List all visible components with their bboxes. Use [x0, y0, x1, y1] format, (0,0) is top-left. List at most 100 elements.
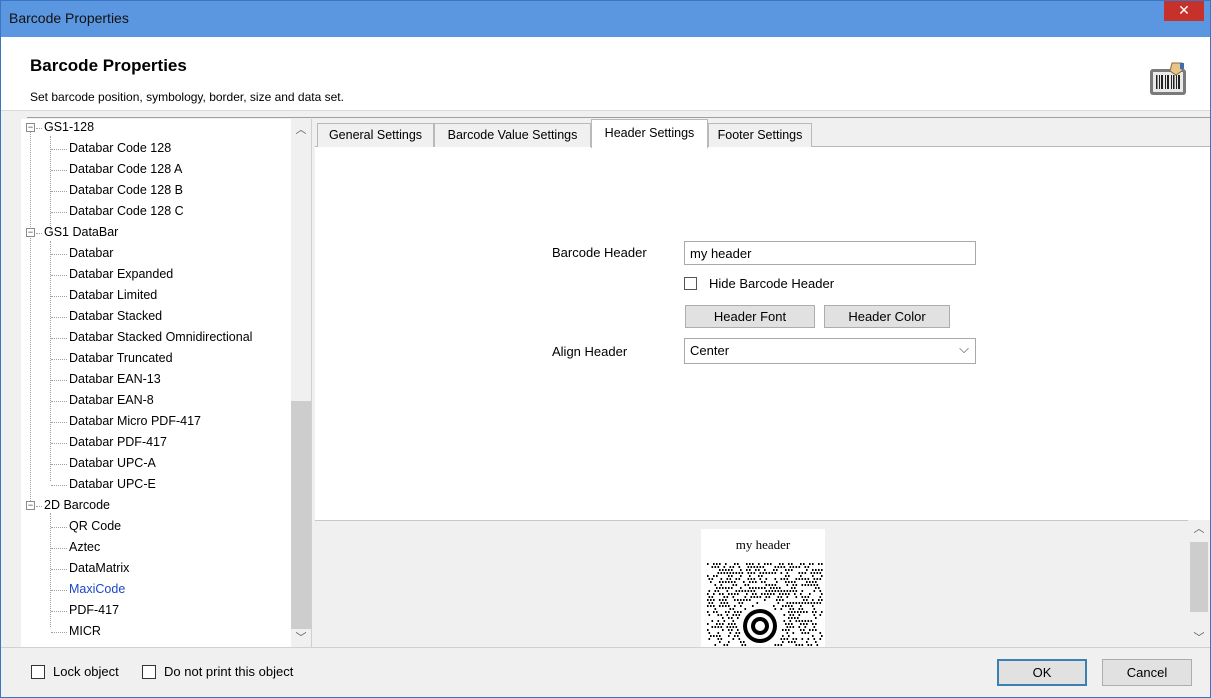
- tree-item[interactable]: Databar EAN-8: [69, 390, 154, 411]
- maxicode-module: [731, 623, 733, 625]
- maxicode-module: [806, 641, 808, 643]
- tree-item[interactable]: Databar Code 128 A: [69, 159, 182, 180]
- maxicode-module: [780, 566, 783, 568]
- tree-item[interactable]: Databar Limited: [69, 285, 157, 306]
- preview-scrollbar[interactable]: ︿ ﹀: [1188, 520, 1210, 647]
- maxicode-module: [729, 626, 732, 628]
- maxicode-module: [788, 563, 790, 565]
- tree-item[interactable]: MICR: [69, 621, 101, 642]
- scroll-thumb[interactable]: [291, 401, 311, 629]
- scroll-up-arrow[interactable]: ︿: [1189, 520, 1209, 538]
- maxicode-module: [792, 584, 795, 586]
- maxicode-module: [743, 641, 745, 643]
- tree-item[interactable]: QR Code: [69, 516, 121, 537]
- maxicode-module: [815, 629, 817, 631]
- maxicode-module: [771, 590, 774, 592]
- maxicode-module: [758, 587, 760, 589]
- tree-item[interactable]: Databar UPC-E: [69, 474, 156, 495]
- maxicode-module: [806, 581, 808, 583]
- tab-header-settings[interactable]: Header Settings: [591, 119, 708, 148]
- tree-group[interactable]: GS1 DataBar: [44, 222, 118, 243]
- maxicode-module: [729, 566, 732, 568]
- barcode-printer-icon: [1150, 62, 1186, 95]
- tree-item[interactable]: Aztec: [69, 537, 100, 558]
- tree-group[interactable]: 2D Barcode: [44, 495, 110, 516]
- tree-item[interactable]: Databar Code 128 C: [69, 201, 184, 222]
- maxicode-module: [743, 599, 745, 601]
- maxicode-module: [756, 596, 759, 598]
- tree-item[interactable]: Databar Code 128: [69, 138, 171, 159]
- tree-item[interactable]: Databar Code 128 B: [69, 180, 183, 201]
- align-header-select[interactable]: Center ⌵: [684, 338, 976, 364]
- tree-item[interactable]: DataMatrix: [69, 558, 129, 579]
- tree-item[interactable]: Databar: [69, 243, 113, 264]
- symbology-tree[interactable]: − GS1-128 Databar Code 128 Databar Code 128…: [21, 119, 312, 647]
- preview-header-text: my header: [735, 537, 791, 552]
- scroll-down-arrow[interactable]: ﹀: [1189, 629, 1209, 647]
- hide-header-checkbox[interactable]: [684, 277, 697, 290]
- scroll-thumb[interactable]: [1190, 542, 1208, 612]
- do-not-print-label: Do not print this object: [164, 664, 294, 679]
- cancel-button[interactable]: Cancel: [1102, 659, 1192, 686]
- tree-connector: [51, 254, 67, 255]
- maxicode-module: [735, 614, 738, 616]
- maxicode-module: [804, 596, 807, 598]
- tree-item[interactable]: Databar Micro PDF-417: [69, 411, 201, 432]
- maxicode-module: [801, 608, 804, 610]
- maxicode-module: [786, 590, 789, 592]
- header-panel: Barcode Properties Set barcode position,…: [1, 37, 1210, 111]
- maxicode-module: [738, 632, 741, 634]
- maxicode-module: [729, 632, 732, 634]
- tree-item[interactable]: MaxiCode: [69, 579, 125, 600]
- header-font-button[interactable]: Header Font: [685, 305, 815, 328]
- maxicode-module: [713, 593, 715, 595]
- tree-group[interactable]: GS1-128: [44, 119, 94, 138]
- maxicode-module: [773, 569, 775, 571]
- tree-connector: [51, 380, 67, 381]
- header-color-button[interactable]: Header Color: [824, 305, 950, 328]
- scroll-down-arrow[interactable]: ﹀: [291, 629, 311, 647]
- maxicode-module: [738, 566, 741, 568]
- maxicode-module: [801, 602, 804, 604]
- tree-item[interactable]: Databar EAN-13: [69, 369, 161, 390]
- tree-item[interactable]: Databar Expanded: [69, 264, 173, 285]
- maxicode-module: [707, 629, 709, 631]
- barcode-header-input[interactable]: [684, 241, 976, 265]
- maxicode-module: [758, 563, 760, 565]
- title-bar[interactable]: Barcode Properties ✕: [1, 1, 1210, 37]
- maxicode-module: [719, 587, 721, 589]
- maxicode-module: [714, 584, 717, 586]
- tree-item[interactable]: PDF-417: [69, 600, 119, 621]
- barcode-properties-dialog: Barcode Properties ✕ Barcode Properties …: [0, 0, 1211, 698]
- tree-item[interactable]: Databar Truncated: [69, 348, 173, 369]
- do-not-print-checkbox[interactable]: [142, 665, 156, 679]
- tree-item[interactable]: Databar Stacked Omnidirectional: [69, 327, 252, 348]
- maxicode-module: [777, 590, 780, 592]
- maxicode-module: [821, 563, 823, 565]
- lock-object-checkbox[interactable]: [31, 665, 45, 679]
- tree-expander-icon[interactable]: −: [26, 228, 35, 237]
- maxicode-module: [795, 584, 798, 586]
- ok-button[interactable]: OK: [997, 659, 1087, 686]
- tab-barcode-value-settings[interactable]: Barcode Value Settings: [434, 123, 591, 147]
- maxicode-module: [708, 578, 711, 580]
- tab-general-settings[interactable]: General Settings: [317, 123, 434, 147]
- tree-scrollbar[interactable]: ︿ ﹀: [291, 119, 311, 647]
- tree-item[interactable]: Databar Stacked: [69, 306, 162, 327]
- maxicode-module: [815, 587, 817, 589]
- maxicode-module: [812, 611, 814, 613]
- tree-item[interactable]: Databar PDF-417: [69, 432, 167, 453]
- maxicode-module: [813, 578, 816, 580]
- tree-expander-icon[interactable]: −: [26, 501, 35, 510]
- maxicode-module: [786, 602, 789, 604]
- tree-expander-icon[interactable]: −: [26, 123, 35, 132]
- maxicode-module: [744, 596, 747, 598]
- tree-item[interactable]: Databar UPC-A: [69, 453, 156, 474]
- scroll-up-arrow[interactable]: ︿: [291, 121, 311, 139]
- maxicode-module: [762, 566, 765, 568]
- maxicode-module: [747, 578, 750, 580]
- tab-footer-settings[interactable]: Footer Settings: [708, 123, 812, 147]
- maxicode-module: [804, 566, 807, 568]
- tree-connector: [51, 485, 67, 486]
- close-button[interactable]: ✕: [1164, 1, 1204, 21]
